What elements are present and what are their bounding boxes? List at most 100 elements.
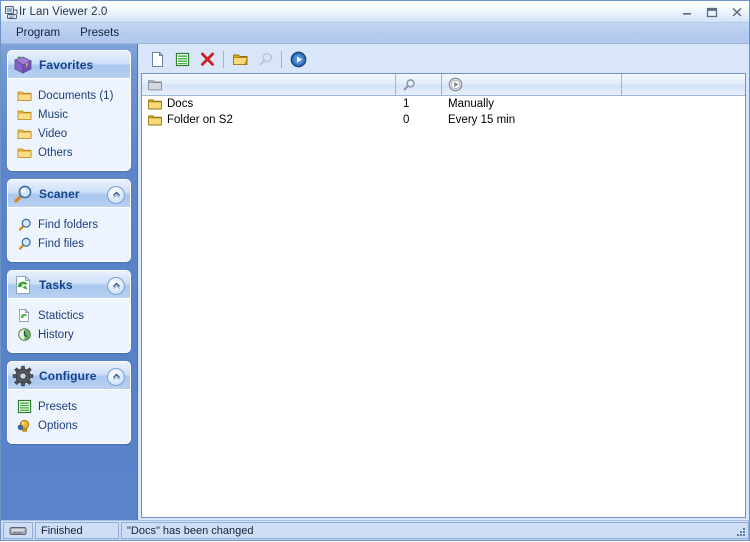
- app-network-icon: [5, 5, 19, 19]
- folder-icon: [148, 80, 162, 91]
- delete-button[interactable]: [195, 48, 219, 71]
- panel-body-favorites: Documents (1) Music Video Others: [8, 79, 130, 170]
- folder-icon: [17, 88, 32, 103]
- column-found[interactable]: [396, 74, 442, 95]
- minimize-button[interactable]: [679, 5, 695, 19]
- sidebar-item-find-files[interactable]: Find files: [8, 234, 130, 253]
- edit-list-button[interactable]: [170, 48, 194, 71]
- cell-folder: Folder on S2: [142, 114, 396, 126]
- folder-icon: [17, 107, 32, 122]
- close-button[interactable]: [729, 5, 745, 19]
- title-bar: Ir Lan Viewer 2.0: [1, 1, 749, 23]
- window-controls: [679, 1, 745, 22]
- list-header: [142, 74, 745, 96]
- sidebar-item-label: Others: [38, 146, 73, 159]
- cell-text: Manually: [448, 98, 495, 110]
- magnifier-icon: [17, 217, 32, 232]
- menu-bar: Program Presets: [1, 23, 749, 44]
- panel-header-scaner[interactable]: Scaner: [8, 180, 130, 208]
- sidebar: F Favorites Documents (1) Music Video Ot…: [1, 44, 138, 520]
- sidebar-item-find-folders[interactable]: Find folders: [8, 215, 130, 234]
- sidebar-item-presets[interactable]: Presets: [8, 397, 130, 416]
- search-button[interactable]: [253, 48, 277, 71]
- folder-icon: [17, 126, 32, 141]
- resize-grip-icon[interactable]: [733, 525, 747, 539]
- status-message: "Docs" has been changed: [127, 524, 254, 537]
- sidebar-item-label: Music: [38, 108, 69, 121]
- sidebar-item-label: Video: [38, 127, 68, 140]
- cell-text: 1: [403, 98, 410, 110]
- play-circle-icon: [448, 77, 463, 92]
- collapse-chevron-icon[interactable]: [107, 185, 125, 204]
- main-body: F Favorites Documents (1) Music Video Ot…: [1, 44, 749, 520]
- folder-icon: [148, 114, 162, 126]
- cell-text: 0: [403, 114, 410, 126]
- status-state-pane: Finished: [35, 522, 119, 539]
- sidebar-item-label: Find files: [38, 237, 85, 250]
- magnifier-icon: [12, 183, 34, 205]
- list-rows: Docs 1 Manually Folder on S2 0 Every 15 …: [142, 96, 745, 517]
- history-clock-icon: [17, 327, 32, 342]
- sidebar-item-label: Documents (1): [38, 89, 114, 102]
- cell-folder: Docs: [142, 98, 396, 110]
- folder-icon: [148, 98, 162, 110]
- statistics-page-icon: [17, 308, 32, 323]
- panel-header-favorites[interactable]: F Favorites: [8, 51, 130, 79]
- panel-header-configure[interactable]: Configure: [8, 362, 130, 390]
- toolbar-separator: [223, 50, 224, 68]
- cell-schedule: Manually: [442, 98, 622, 110]
- cell-text: Folder on S2: [167, 114, 233, 126]
- menu-presets[interactable]: Presets: [72, 25, 127, 41]
- menu-program[interactable]: Program: [8, 25, 68, 41]
- favorites-book-icon: F: [12, 54, 34, 76]
- column-schedule[interactable]: [442, 74, 622, 95]
- sidebar-item-label: Statictics: [38, 309, 85, 322]
- refresh-page-icon: [12, 274, 34, 296]
- toolbar: [141, 47, 746, 71]
- cell-schedule: Every 15 min: [442, 114, 622, 126]
- status-icon-pane: [3, 522, 33, 539]
- column-folder[interactable]: [142, 74, 396, 95]
- toolbar-separator: [281, 50, 282, 68]
- sidebar-item-documents[interactable]: Documents (1): [8, 86, 130, 105]
- collapse-chevron-icon[interactable]: [107, 276, 125, 295]
- new-document-button[interactable]: [145, 48, 169, 71]
- folder-list: Docs 1 Manually Folder on S2 0 Every 15 …: [141, 73, 746, 518]
- sidebar-panel-tasks: Tasks Statictics History: [7, 270, 131, 353]
- collapse-chevron-icon[interactable]: [107, 367, 125, 386]
- application-window: Ir Lan Viewer 2.0 Program Presets F Favo…: [0, 0, 750, 541]
- open-folder-button[interactable]: [228, 48, 252, 71]
- lan-connection-icon: [9, 526, 27, 536]
- sidebar-item-others[interactable]: Others: [8, 143, 130, 162]
- sidebar-panel-scaner: Scaner Find folders Find files: [7, 179, 131, 262]
- panel-body-configure: Presets Options: [8, 390, 130, 443]
- sidebar-item-options[interactable]: Options: [8, 416, 130, 435]
- folder-icon: [17, 145, 32, 160]
- table-row[interactable]: Docs 1 Manually: [142, 96, 745, 112]
- magnifier-icon: [403, 78, 415, 90]
- sidebar-item-label: History: [38, 328, 74, 341]
- column-extra[interactable]: [622, 74, 745, 95]
- sidebar-item-music[interactable]: Music: [8, 105, 130, 124]
- gear-icon: [12, 365, 34, 387]
- panel-body-scaner: Find folders Find files: [8, 208, 130, 261]
- panel-title-favorites: Favorites: [39, 57, 94, 72]
- maximize-button[interactable]: [704, 5, 720, 19]
- sidebar-panel-configure: Configure Presets Options: [7, 361, 131, 444]
- status-message-pane: "Docs" has been changed: [121, 522, 749, 539]
- cell-found: 0: [396, 114, 442, 126]
- run-button[interactable]: [286, 48, 310, 71]
- sidebar-item-history[interactable]: History: [8, 325, 130, 344]
- status-state: Finished: [41, 524, 83, 537]
- panel-header-tasks[interactable]: Tasks: [8, 271, 130, 299]
- window-title: Ir Lan Viewer 2.0: [19, 5, 108, 18]
- cell-text: Every 15 min: [448, 114, 516, 126]
- panel-body-tasks: Statictics History: [8, 299, 130, 352]
- panel-title-configure: Configure: [39, 368, 97, 383]
- table-row[interactable]: Folder on S2 0 Every 15 min: [142, 112, 745, 128]
- options-bulb-icon: [17, 418, 32, 433]
- sidebar-item-statictics[interactable]: Statictics: [8, 306, 130, 325]
- sidebar-item-video[interactable]: Video: [8, 124, 130, 143]
- status-bar: Finished "Docs" has been changed: [1, 520, 749, 540]
- sidebar-panel-favorites: F Favorites Documents (1) Music Video Ot…: [7, 50, 131, 171]
